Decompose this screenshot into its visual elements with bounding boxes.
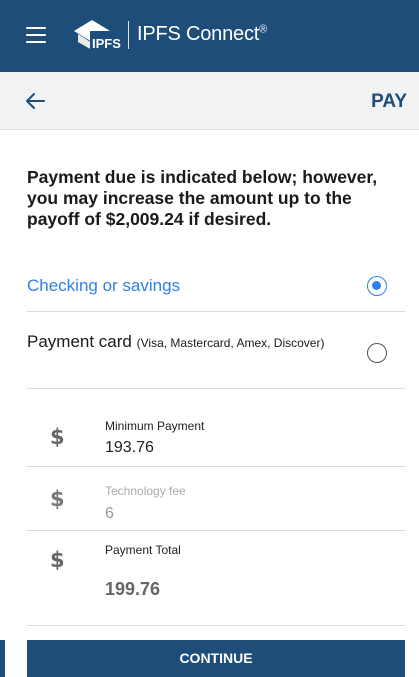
payment-instructions: Payment due is indicated below; however,… <box>27 167 378 229</box>
payment-card-label: Payment card <box>27 332 132 351</box>
ipfs-logo: IPFS <box>74 20 124 51</box>
technology-fee-value: 6 <box>105 505 114 522</box>
brand-title: IPFS Connect® <box>137 23 267 46</box>
payment-total-row: $ Payment Total 199.76 <box>27 531 405 626</box>
brand-divider <box>128 21 129 49</box>
app-header: IPFS IPFS Connect® <box>0 0 419 72</box>
technology-fee-label: Technology fee <box>105 484 186 498</box>
dollar-icon: $ <box>50 487 65 511</box>
back-arrow-icon[interactable] <box>24 91 46 111</box>
payment-method-card[interactable]: Payment card (Visa, Mastercard, Amex, Di… <box>27 312 405 389</box>
page-title: PAY <box>371 91 407 112</box>
minimum-payment-input[interactable]: 193.76 <box>105 439 154 457</box>
brand-name: IPFS Connect <box>137 23 260 45</box>
minimum-payment-row: $ Minimum Payment 193.76 <box>27 405 405 467</box>
dollar-icon: $ <box>50 425 65 449</box>
continue-bar-edge <box>0 640 5 677</box>
payment-total-value: 199.76 <box>105 579 161 599</box>
minimum-payment-label: Minimum Payment <box>105 419 205 433</box>
payment-method-label[interactable]: Payment card (Visa, Mastercard, Amex, Di… <box>27 331 327 354</box>
technology-fee-row: $ Technology fee 6 <box>27 467 405 531</box>
hamburger-menu-icon[interactable] <box>26 27 46 43</box>
payment-method-label[interactable]: Checking or savings <box>27 276 180 296</box>
continue-button[interactable]: CONTINUE <box>27 640 405 677</box>
page-header: PAY <box>0 72 419 130</box>
payment-card-detail: (Visa, Mastercard, Amex, Discover) <box>136 336 325 350</box>
payment-card-radio[interactable] <box>367 343 387 363</box>
payment-total-label: Payment Total <box>105 543 181 557</box>
checking-radio[interactable] <box>367 276 387 296</box>
dollar-icon: $ <box>50 548 65 572</box>
payment-method-checking[interactable]: Checking or savings <box>27 257 405 312</box>
logo-text: IPFS <box>92 36 121 51</box>
registered-mark: ® <box>259 23 268 36</box>
